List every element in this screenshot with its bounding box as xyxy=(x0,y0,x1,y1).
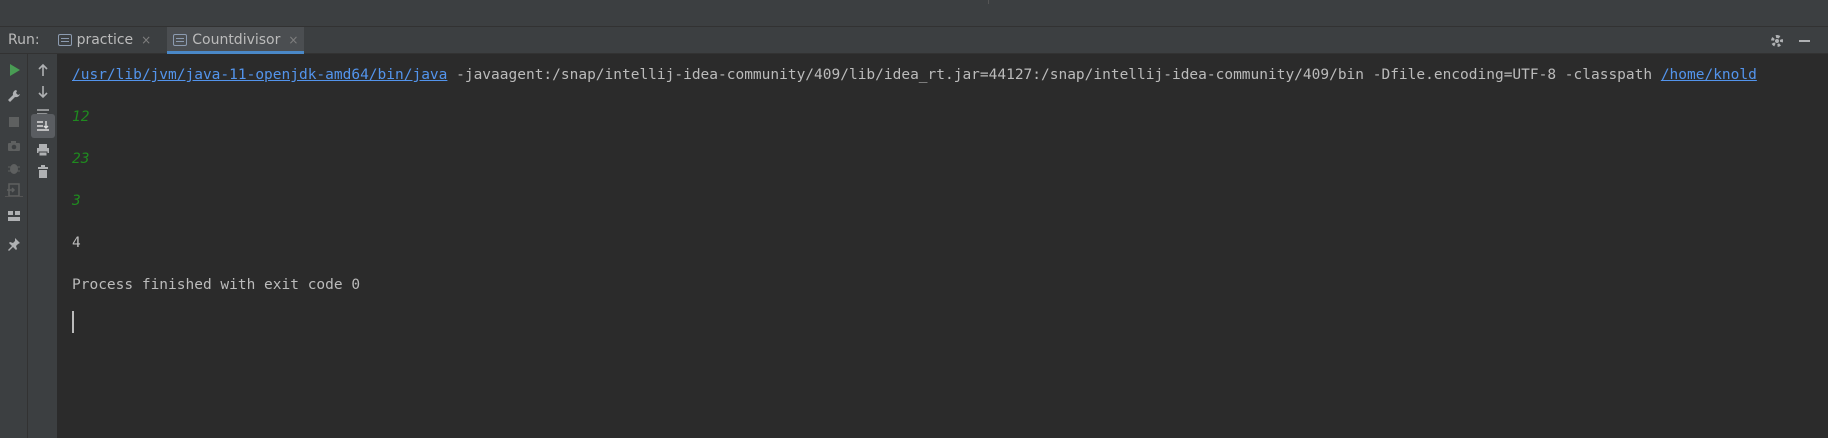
tab-practice[interactable]: practice × xyxy=(52,27,158,54)
scroll-to-end-icon[interactable] xyxy=(31,114,55,138)
exit-message: Process finished with exit code 0 xyxy=(72,277,361,293)
title-strip xyxy=(0,0,1828,27)
user-input-line: 12 xyxy=(72,109,90,125)
print-icon[interactable] xyxy=(31,138,55,162)
close-icon[interactable]: × xyxy=(288,33,298,47)
wrench-icon[interactable] xyxy=(2,84,26,108)
user-input-line: 23 xyxy=(72,151,90,167)
run-tool-window-header: Run: practice × Countdivisor × xyxy=(0,26,1828,54)
run-header-actions xyxy=(1771,27,1810,54)
console-actions-toolbar xyxy=(28,54,58,438)
tab-label: Countdivisor xyxy=(192,32,281,48)
tab-countdivisor[interactable]: Countdivisor × xyxy=(167,26,305,54)
text-caret xyxy=(72,311,74,333)
program-output-line: 4 xyxy=(72,235,81,251)
up-arrow-icon[interactable] xyxy=(31,58,55,82)
minimize-icon[interactable] xyxy=(1799,39,1810,42)
stop-icon[interactable] xyxy=(2,110,26,134)
trash-icon[interactable] xyxy=(31,160,55,184)
down-arrow-icon[interactable] xyxy=(31,80,55,104)
run-actions-toolbar xyxy=(0,54,28,438)
command-line: /usr/lib/jvm/java-11-openjdk-amd64/bin/j… xyxy=(72,67,1757,83)
layout-icon[interactable] xyxy=(2,204,26,228)
close-icon[interactable]: × xyxy=(141,33,151,47)
java-path-link[interactable]: /usr/lib/jvm/java-11-openjdk-amd64/bin/j… xyxy=(72,67,447,83)
command-args: -javaagent:/snap/intellij-idea-community… xyxy=(447,67,1661,83)
strip-separator xyxy=(988,0,989,4)
classpath-link[interactable]: /home/knold xyxy=(1661,67,1757,83)
run-label: Run: xyxy=(8,32,40,48)
run-icon[interactable] xyxy=(2,58,26,82)
vertical-scrollbar[interactable] xyxy=(1814,54,1828,438)
pin-icon[interactable] xyxy=(2,232,26,256)
exit-icon[interactable] xyxy=(2,178,26,202)
user-input-line: 3 xyxy=(72,193,81,209)
run-config-icon xyxy=(57,34,72,46)
gear-icon[interactable] xyxy=(1771,34,1783,47)
tab-label: practice xyxy=(76,32,134,48)
console-output[interactable]: /usr/lib/jvm/java-11-openjdk-amd64/bin/j… xyxy=(58,54,1828,438)
run-config-icon xyxy=(173,34,188,46)
toolbar-separator xyxy=(5,196,23,197)
camera-icon[interactable] xyxy=(2,134,26,158)
debug-icon[interactable] xyxy=(2,156,26,180)
